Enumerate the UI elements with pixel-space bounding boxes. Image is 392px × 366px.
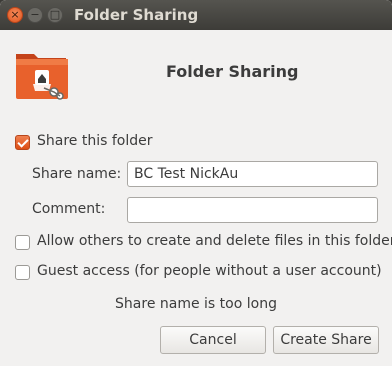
close-button[interactable]: × [7,7,23,23]
maximize-button[interactable]: □ [47,7,63,23]
share-folder-label[interactable]: Share this folder [37,133,153,149]
title-bar: × − □ Folder Sharing [0,0,392,30]
comment-input[interactable] [127,197,378,223]
folder-sharing-dialog: × − □ Folder Sharing Folder Sharing Shar… [0,0,392,366]
allow-others-checkbox[interactable] [15,235,30,250]
comment-label: Comment: [32,201,106,217]
status-message: Share name is too long [115,296,277,312]
close-icon: × [10,8,20,21]
minimize-icon: − [30,8,40,21]
minimize-button[interactable]: − [27,7,43,23]
shared-folder-icon [16,54,68,100]
window-title: Folder Sharing [74,6,199,24]
guest-access-checkbox[interactable] [15,265,30,280]
allow-others-label[interactable]: Allow others to create and delete files … [37,233,392,249]
dialog-heading: Folder Sharing [166,62,299,81]
share-name-input[interactable] [127,161,378,187]
share-folder-checkbox[interactable] [15,135,30,150]
guest-access-label[interactable]: Guest access (for people without a user … [37,263,382,279]
share-name-label: Share name: [32,166,122,182]
cancel-button[interactable]: Cancel [160,326,266,354]
maximize-icon: □ [49,8,61,21]
create-share-button[interactable]: Create Share [273,326,379,354]
